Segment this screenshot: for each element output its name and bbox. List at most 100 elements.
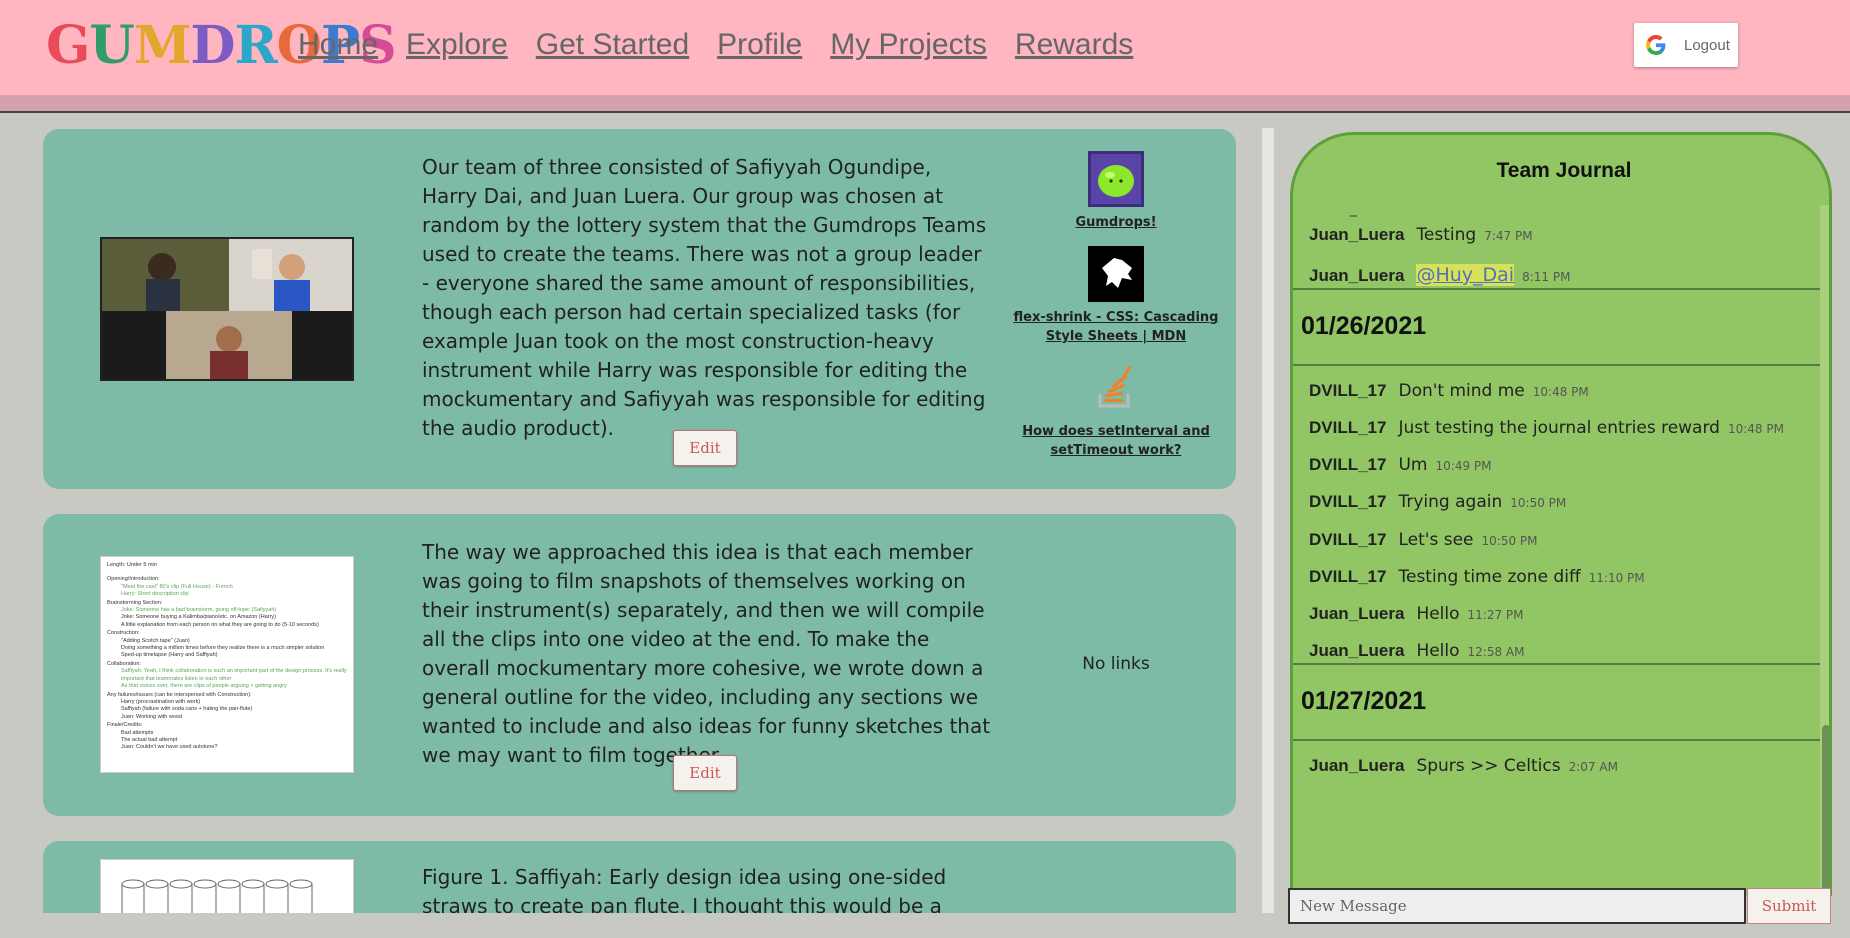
message-text: Testing time zone diff bbox=[1398, 567, 1581, 587]
nav-profile-link[interactable]: Profile bbox=[717, 28, 802, 62]
journal-scrollbar[interactable] bbox=[1820, 205, 1829, 896]
outline-line: Harry: Short description clip bbox=[121, 591, 189, 598]
outline-body: Opening/Introduction: "Meet the cast" 80'… bbox=[107, 576, 347, 751]
nav-rewards-link[interactable]: Rewards bbox=[1015, 28, 1133, 62]
logo-letter: U bbox=[89, 15, 134, 76]
outline-line: "Adding Scotch tape" (Juan) bbox=[121, 637, 190, 644]
resource-link-mdn[interactable]: flex-shrink - CSS: Cascading Style Sheet… bbox=[1006, 246, 1226, 346]
message-time: 8:11 PM bbox=[1522, 270, 1571, 284]
message-time: 11:27 PM bbox=[1467, 608, 1524, 622]
message-author: Juan_Luera bbox=[1309, 756, 1405, 775]
outline-line: Saffiyah (failure with soda cans + hatin… bbox=[121, 706, 253, 713]
outline-line: Sped-up timelapse (Harry and Saffiyah) bbox=[121, 652, 218, 659]
outline-line: Opening/Introduction: bbox=[107, 576, 160, 583]
journal-date-separator: 01/27/2021 bbox=[1293, 663, 1820, 741]
project-entries-panel: Our team of three consisted of Safiyyah … bbox=[0, 113, 1262, 913]
journal-dash: _ bbox=[1350, 201, 1357, 217]
new-message-input[interactable]: New Message bbox=[1288, 888, 1746, 924]
message-time: 12:58 AM bbox=[1467, 645, 1525, 659]
logo-letter: G bbox=[46, 15, 90, 76]
journal-title: Team Journal bbox=[1496, 159, 1632, 182]
outline-line: Juan: Couldn't we have used autotune? bbox=[121, 744, 218, 751]
stackoverflow-icon bbox=[1098, 365, 1132, 408]
message-author: DVILL_17 bbox=[1309, 492, 1387, 511]
outline-line: Collaboration: bbox=[107, 660, 141, 667]
message-author: DVILL_17 bbox=[1309, 381, 1387, 400]
journal-message: DVILL_17 Um 10:49 PM bbox=[1309, 455, 1492, 475]
message-text: Testing bbox=[1416, 225, 1477, 245]
entry-card-3: Figure 1. Saffiyah: Early design idea us… bbox=[43, 841, 1236, 913]
resource-link-text[interactable]: flex-shrink - CSS: Cascading Style Sheet… bbox=[1006, 308, 1226, 346]
outline-line: The actual bad attempt bbox=[121, 736, 178, 743]
green-gumdrop-icon bbox=[1088, 151, 1144, 207]
outline-line: Joke: Someone buying a Kalimba/piano/etc… bbox=[121, 614, 276, 621]
outline-heading: Length: Under 5 min bbox=[107, 562, 157, 568]
journal-message: DVILL_17 Trying again 10:50 PM bbox=[1309, 492, 1566, 512]
message-time: 10:48 PM bbox=[1727, 422, 1784, 436]
journal-message: DVILL_17 Let's see 10:50 PM bbox=[1309, 530, 1538, 550]
logo-letter: D bbox=[190, 15, 235, 76]
message-author: DVILL_17 bbox=[1309, 418, 1387, 437]
message-author: DVILL_17 bbox=[1309, 455, 1387, 474]
nav-get-started-link[interactable]: Get Started bbox=[536, 28, 689, 62]
message-text: Spurs >> Celtics bbox=[1416, 756, 1561, 776]
resource-link-gumdrops[interactable]: Gumdrops! bbox=[1006, 151, 1226, 232]
left-panel-scrollbar[interactable] bbox=[1262, 128, 1274, 913]
main-nav: Home Explore Get Started Profile My Proj… bbox=[298, 28, 1161, 62]
nav-home-link[interactable]: Home bbox=[298, 28, 378, 62]
journal-message: Juan_Luera Testing 7:47 PM bbox=[1309, 225, 1533, 245]
journal-message: Juan_Luera Spurs >> Celtics 2:07 AM bbox=[1309, 756, 1618, 776]
outline-line: Juan: Working with wood bbox=[121, 713, 183, 720]
submit-button[interactable]: Submit bbox=[1747, 888, 1831, 924]
nav-explore-link[interactable]: Explore bbox=[406, 28, 508, 62]
logo-letter: R bbox=[234, 15, 277, 76]
journal-messages[interactable]: _ Juan_Luera Testing 7:47 PM Juan_Luera @Huy… bbox=[1293, 201, 1829, 896]
edit-button[interactable]: Edit bbox=[673, 430, 737, 466]
pan-flute-sketch bbox=[100, 859, 354, 913]
resource-link-stackoverflow[interactable]: How does setInterval and setTimeout work… bbox=[1006, 360, 1226, 460]
outline-line: Finale/Credits: bbox=[107, 722, 143, 729]
message-author: Juan_Luera bbox=[1309, 225, 1405, 244]
entry-description: The way we approached this idea is that … bbox=[422, 540, 991, 767]
outline-line: "Meet the cast" 80's clip (Full House) -… bbox=[121, 583, 233, 590]
entry-card-1: Our team of three consisted of Safiyyah … bbox=[43, 129, 1236, 489]
logout-label: Logout bbox=[1684, 36, 1730, 54]
outline-line: Harry (procrastination with work) bbox=[121, 698, 201, 705]
header-divider bbox=[0, 95, 1850, 113]
journal-message: Juan_Luera Hello 11:27 PM bbox=[1309, 604, 1524, 624]
zoom-call-screenshot bbox=[100, 237, 354, 381]
entry-description: Figure 1. Saffiyah: Early design idea us… bbox=[422, 865, 947, 913]
google-g-icon bbox=[1646, 35, 1666, 55]
google-logout-button[interactable]: Logout bbox=[1634, 23, 1738, 67]
message-text: Um bbox=[1398, 455, 1428, 475]
outline-line: Any failures/issues (can be interspersed… bbox=[107, 691, 252, 698]
message-text: Trying again bbox=[1398, 492, 1503, 512]
journal-message: DVILL_17 Just testing the journal entries… bbox=[1309, 418, 1784, 438]
message-author: Juan_Luera bbox=[1309, 641, 1405, 660]
message-author: DVILL_17 bbox=[1309, 567, 1387, 586]
resource-link-text[interactable]: Gumdrops! bbox=[1006, 213, 1226, 232]
video-outline-document: Length: Under 5 min Opening/Introduction… bbox=[100, 556, 354, 773]
mention-link[interactable]: @Huy_Dai bbox=[1416, 264, 1515, 286]
entry-card-2: Length: Under 5 min Opening/Introduction… bbox=[43, 514, 1236, 816]
message-time: 10:50 PM bbox=[1510, 496, 1567, 510]
straw-sketch-image bbox=[121, 879, 313, 913]
message-text: Hello bbox=[1416, 604, 1460, 624]
team-journal-panel: Team Journal _ Juan_Luera Testing 7:47 PM J… bbox=[1290, 132, 1832, 896]
journal-message: Juan_Luera @Huy_Dai 8:11 PM bbox=[1309, 264, 1570, 286]
message-time: 11:10 PM bbox=[1588, 571, 1645, 585]
resource-link-text[interactable]: How does setInterval and setTimeout work… bbox=[1006, 422, 1226, 460]
message-author: DVILL_17 bbox=[1309, 530, 1387, 549]
resource-links: Gumdrops! flex-shrink - CSS: Cascading S… bbox=[1006, 151, 1226, 474]
no-links-label: No links bbox=[1082, 654, 1150, 674]
outline-line: Construction: bbox=[107, 630, 140, 637]
journal-date: 01/27/2021 bbox=[1301, 687, 1427, 715]
message-text: Let's see bbox=[1398, 530, 1474, 550]
video-call-grid-image bbox=[102, 239, 352, 379]
edit-button[interactable]: Edit bbox=[673, 755, 737, 791]
nav-my-projects-link[interactable]: My Projects bbox=[830, 28, 987, 62]
entry-description: Our team of three consisted of Safiyyah … bbox=[422, 155, 987, 440]
mdn-dino-icon bbox=[1088, 246, 1144, 302]
outline-line: Saffiyah: Yeah, I think collaboration is… bbox=[121, 668, 347, 682]
journal-scrollbar-thumb[interactable] bbox=[1822, 725, 1829, 895]
